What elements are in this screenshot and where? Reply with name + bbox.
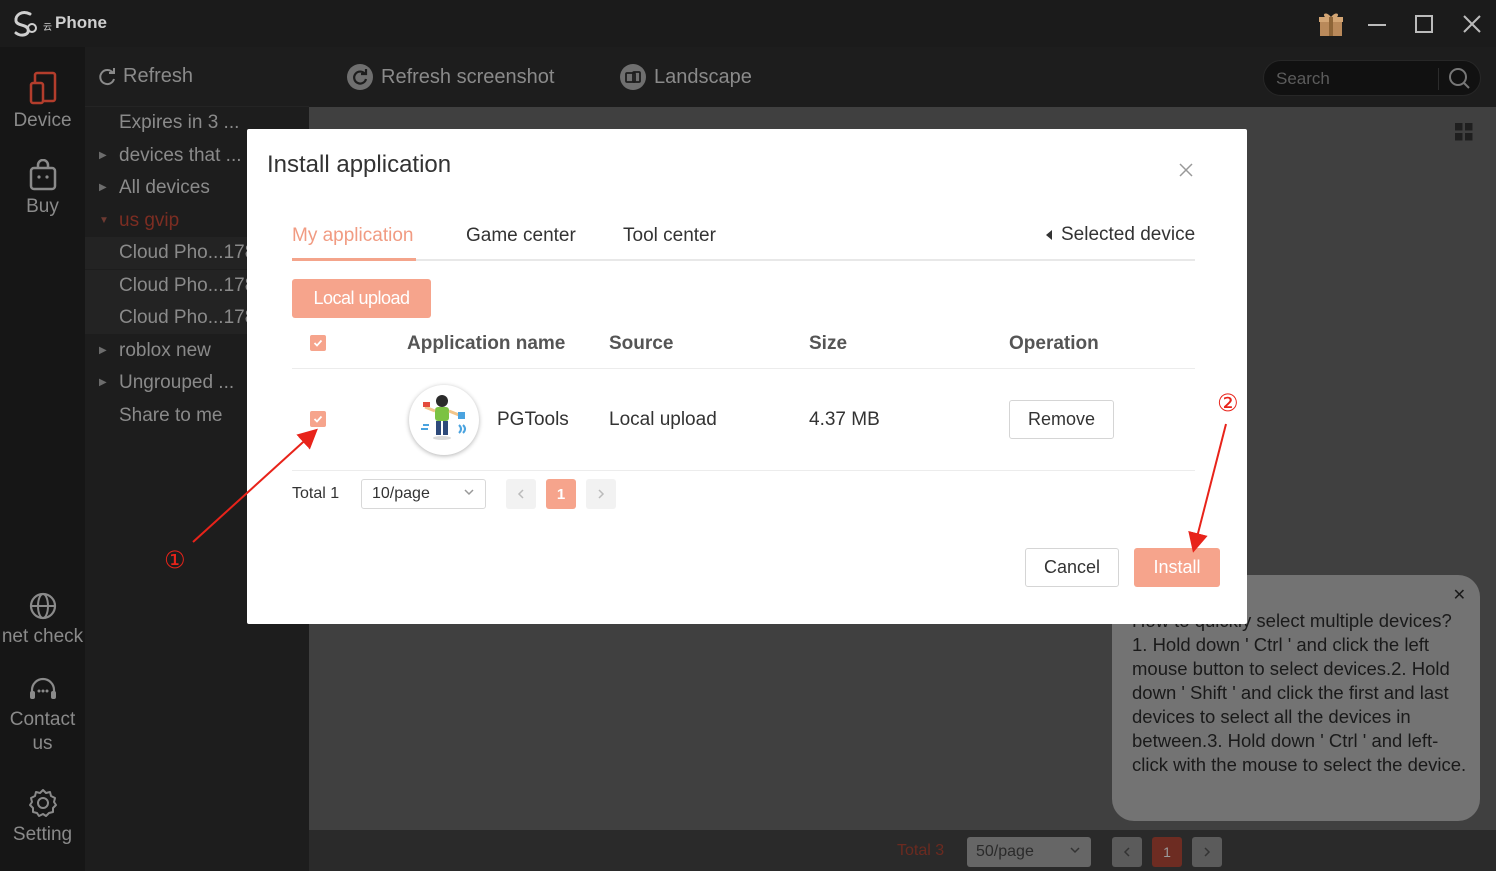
annotation-step-2: ② [1217,390,1239,417]
annotation-step-1: ① [164,547,186,574]
annotation-arrows [192,423,1227,553]
arrow-to-checkbox [192,428,318,543]
arrow-to-install [1188,423,1227,553]
